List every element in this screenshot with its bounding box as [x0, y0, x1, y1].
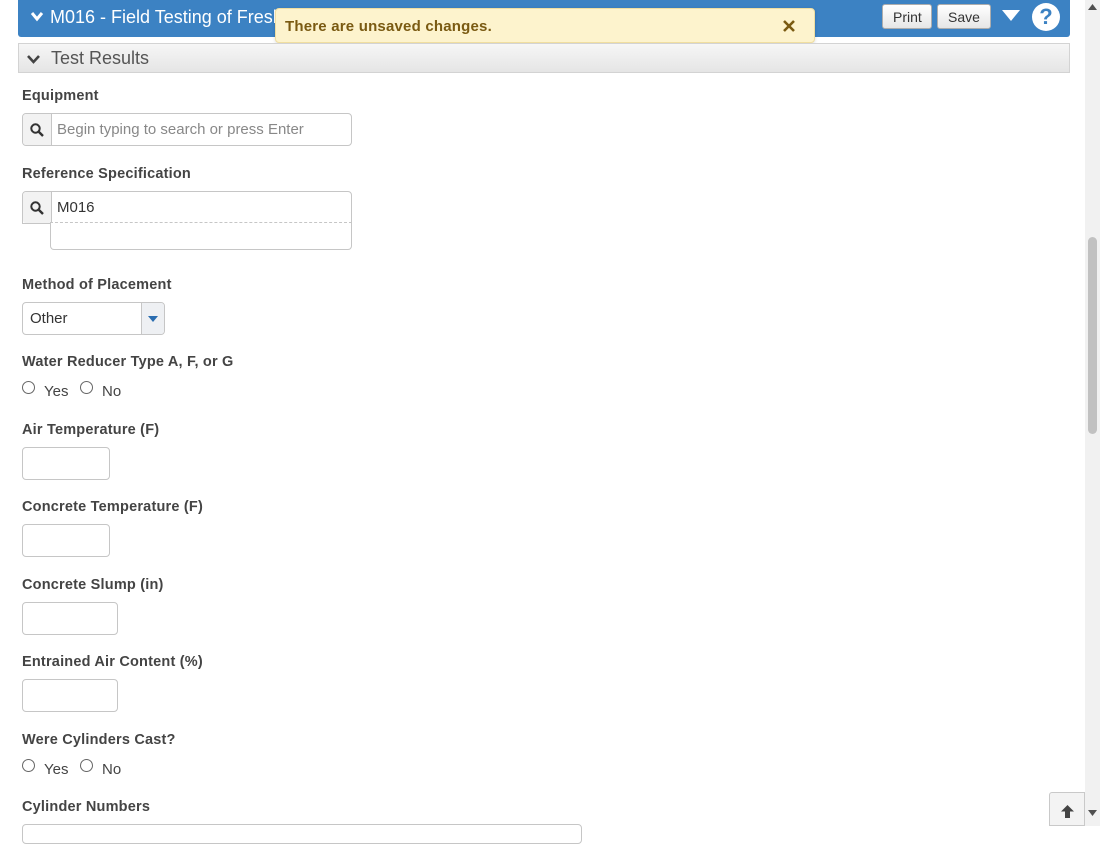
- print-button[interactable]: Print: [882, 4, 932, 29]
- water-reducer-no-label[interactable]: No: [102, 383, 121, 400]
- method-of-placement-select[interactable]: Other: [22, 302, 165, 335]
- cylinder-numbers-input[interactable]: [22, 824, 582, 844]
- equipment-search-button[interactable]: [23, 114, 52, 145]
- scrollbar-thumb[interactable]: [1088, 237, 1097, 434]
- reference-spec-input[interactable]: [57, 198, 342, 216]
- equipment-label: Equipment: [22, 88, 99, 104]
- reference-spec-lookup: [22, 191, 352, 224]
- page-title: M016 - Field Testing of Fresh Concrete: [50, 7, 300, 27]
- concrete-slump-input[interactable]: [22, 602, 118, 635]
- concrete-temperature-label: Concrete Temperature (F): [22, 499, 203, 515]
- entrained-air-input[interactable]: [22, 679, 118, 712]
- unsaved-changes-toast: There are unsaved changes.: [275, 8, 815, 43]
- search-icon: [30, 123, 44, 137]
- dropdown-toggle[interactable]: [141, 303, 164, 334]
- cylinder-numbers-label: Cylinder Numbers: [22, 799, 151, 815]
- scroll-down-icon[interactable]: [1088, 810, 1097, 816]
- caret-down-icon[interactable]: [1002, 10, 1020, 22]
- equipment-lookup: [22, 113, 352, 146]
- concrete-slump-label: Concrete Slump (in): [22, 577, 164, 593]
- cylinders-cast-label: Were Cylinders Cast?: [22, 732, 176, 748]
- equipment-input[interactable]: [57, 120, 342, 138]
- cylinders-cast-yes-radio[interactable]: [22, 759, 35, 772]
- caret-down-icon: [148, 316, 158, 322]
- arrow-up-icon: [1061, 805, 1074, 818]
- chevron-down-icon: [27, 55, 40, 64]
- scroll-up-icon[interactable]: [1088, 4, 1097, 10]
- save-button[interactable]: Save: [937, 4, 991, 29]
- help-icon[interactable]: ?: [1032, 3, 1060, 31]
- air-temperature-input[interactable]: [22, 447, 110, 480]
- close-icon[interactable]: [782, 19, 796, 33]
- back-to-top-button[interactable]: [1049, 792, 1085, 826]
- reference-spec-description: [50, 222, 352, 250]
- reference-spec-label: Reference Specification: [22, 166, 191, 182]
- method-of-placement-value: Other: [30, 310, 68, 327]
- water-reducer-yes-label[interactable]: Yes: [44, 383, 68, 400]
- water-reducer-no-radio[interactable]: [80, 381, 93, 394]
- section-title: Test Results: [51, 48, 150, 68]
- air-temperature-label: Air Temperature (F): [22, 422, 160, 438]
- water-reducer-label: Water Reducer Type A, F, or G: [22, 354, 234, 370]
- reference-spec-search-button[interactable]: [23, 192, 52, 223]
- water-reducer-yes-radio[interactable]: [22, 381, 35, 394]
- cylinders-cast-no-label[interactable]: No: [102, 761, 121, 778]
- method-of-placement-label: Method of Placement: [22, 277, 172, 293]
- cylinders-cast-yes-label[interactable]: Yes: [44, 761, 68, 778]
- cylinders-cast-no-radio[interactable]: [80, 759, 93, 772]
- chevron-down-icon[interactable]: [30, 9, 44, 23]
- concrete-temperature-input[interactable]: [22, 524, 110, 557]
- section-test-results[interactable]: Test Results: [18, 43, 1070, 73]
- search-icon: [30, 201, 44, 215]
- vertical-scrollbar[interactable]: [1085, 0, 1100, 826]
- entrained-air-label: Entrained Air Content (%): [22, 654, 203, 670]
- toast-message: There are unsaved changes.: [285, 18, 492, 35]
